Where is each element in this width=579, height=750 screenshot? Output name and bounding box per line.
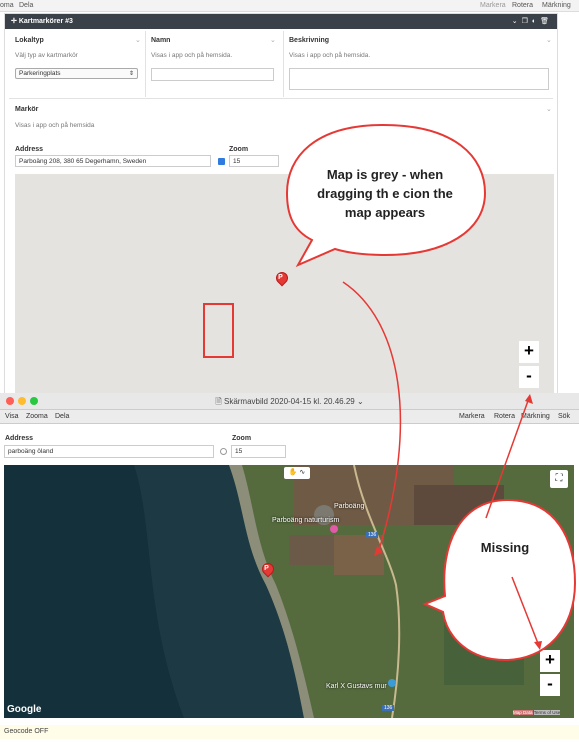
drag-handle-icon[interactable]: ✛ — [11, 18, 19, 25]
map-poi-icon[interactable] — [330, 525, 338, 533]
map-label-naturturism: Parboäng naturturism — [272, 517, 340, 524]
grey-map[interactable] — [15, 174, 554, 409]
markor-help: Visas i app och på hemsida — [15, 122, 95, 129]
draw-tools: ✋ ∿ — [284, 467, 310, 479]
beskrivning-label: Beskrivning — [289, 37, 330, 44]
satellite-map[interactable]: Parboäng Parboäng naturturism 136 136 Ka… — [4, 465, 574, 718]
title-chevron-icon[interactable]: ⌄ — [355, 397, 364, 406]
map-poi-icon[interactable] — [388, 679, 396, 687]
top-menubar: oma Dela Markera Rotera Märkning — [0, 0, 579, 12]
document-icon: 🗎 — [215, 397, 224, 406]
window-titlebar: 🗎 Skärmavbild 2020-04-15 kl. 20.46.29 ⌄ — [0, 393, 579, 410]
address-label: Address — [15, 146, 44, 153]
toggle-icon[interactable]: ◐ — [532, 18, 540, 25]
beskrivning-help: Visas i app och på hemsida. — [289, 52, 371, 59]
copy-icon[interactable]: ❐ — [522, 18, 532, 25]
panel-header: ✛ Kartmarkörer #3 — [5, 14, 557, 29]
row-divider — [9, 98, 553, 99]
missing-controls-highlight — [203, 303, 234, 358]
zoom-input-2[interactable] — [231, 445, 286, 458]
menu-markning[interactable]: Märkning — [521, 410, 550, 424]
window-title: Skärmavbild 2020-04-15 kl. 20.46.29 — [223, 397, 355, 406]
column-divider — [145, 31, 146, 97]
menu-markera[interactable]: Markera — [459, 410, 485, 424]
namn-input[interactable] — [151, 68, 274, 81]
map-label-parboang: Parboäng — [334, 503, 365, 510]
fullscreen-button[interactable]: ⛶ — [550, 470, 568, 488]
column-divider — [283, 31, 284, 97]
markor-chevron-icon[interactable]: ⌄ — [546, 105, 552, 113]
delete-icon[interactable]: 🗑 — [540, 18, 553, 25]
select-arrows-icon: ⇕ — [128, 71, 134, 77]
menu-zooma[interactable]: Zooma — [26, 410, 48, 424]
lokaltyp-chevron-icon[interactable]: ⌄ — [135, 36, 141, 44]
menu-share-item[interactable]: Dela — [19, 0, 33, 12]
zoom-out-button-missing[interactable]: - — [540, 674, 560, 696]
lokaltyp-selected-value: Parkeringplats — [19, 70, 61, 77]
address-input[interactable] — [15, 155, 211, 167]
annotation-bubble-top-text: Map is grey - when dragging th e cion th… — [317, 167, 453, 220]
namn-chevron-icon[interactable]: ⌄ — [270, 36, 276, 44]
address-label-2: Address — [5, 435, 34, 442]
map-data-link[interactable]: Map Data — [513, 710, 533, 715]
road-sign-136: 136 — [366, 532, 379, 538]
close-window-button[interactable] — [6, 397, 14, 405]
namn-help: Visas i app och på hemsida. — [151, 52, 233, 59]
map-attribution: Map Data Terms of Use — [513, 710, 561, 715]
menu-markup-item[interactable]: Märkning — [542, 0, 571, 12]
lokaltyp-label: Lokaltyp — [15, 37, 44, 44]
preview-window: 🗎 Skärmavbild 2020-04-15 kl. 20.46.29 ⌄ … — [0, 393, 579, 750]
address-checkbox-2[interactable] — [220, 448, 227, 455]
zoom-in-button[interactable]: + — [519, 341, 539, 363]
polyline-tool-icon[interactable]: ∿ — [299, 469, 305, 476]
zoom-label-2: Zoom — [232, 435, 252, 442]
menu-sok[interactable]: Sök — [558, 410, 570, 424]
annotation-bubble-bottom-text: Missing — [480, 540, 530, 555]
zoom-label: Zoom — [229, 146, 249, 153]
zoom-input[interactable] — [229, 155, 279, 167]
address-checkbox[interactable] — [218, 158, 225, 165]
beskrivning-chevron-icon[interactable]: ⌄ — [546, 36, 552, 44]
window-toolbar: Visa Zooma Dela Markera Rotera Märkning … — [0, 410, 579, 424]
google-logo: Google — [7, 704, 42, 715]
lokaltyp-help: Välj typ av kartmarkör — [15, 52, 78, 59]
panel-title: Kartmarkörer #3 — [18, 18, 73, 25]
menu-dela[interactable]: Dela — [55, 410, 69, 424]
zoom-in-button-missing[interactable]: + — [540, 650, 560, 672]
satellite-imagery — [4, 465, 574, 718]
menu-rotera[interactable]: Rotera — [494, 410, 515, 424]
menu-zoom-item[interactable]: oma — [0, 0, 14, 12]
minimize-window-button[interactable] — [18, 397, 26, 405]
geocode-status: Geocode OFF — [0, 725, 579, 739]
collapse-icon[interactable]: ⌄ — [512, 18, 522, 25]
hand-tool-icon[interactable]: ✋ — [289, 469, 298, 476]
menu-select-item[interactable]: Markera — [480, 0, 506, 12]
zoom-out-button[interactable]: - — [519, 366, 539, 388]
map-markers-panel: ✛ Kartmarkörer #3 ⌄❐◐🗑 Lokaltyp ⌄ Välj t… — [4, 13, 558, 409]
address-input-2[interactable] — [4, 445, 214, 458]
markor-label: Markör — [15, 106, 39, 113]
menu-visa[interactable]: Visa — [5, 410, 19, 424]
menu-rotate-item[interactable]: Rotera — [512, 0, 533, 12]
lokaltyp-select[interactable]: Parkeringplats ⇕ — [15, 68, 138, 79]
road-sign-136: 136 — [382, 705, 395, 711]
namn-label: Namn — [151, 37, 171, 44]
terms-link[interactable]: Terms of Use — [533, 710, 561, 715]
maximize-window-button[interactable] — [30, 397, 38, 405]
panel-header-actions: ⌄❐◐🗑 — [512, 14, 553, 29]
map-label-karl-x: Karl X Gustavs mur — [326, 683, 387, 690]
beskrivning-textarea[interactable] — [289, 68, 549, 90]
